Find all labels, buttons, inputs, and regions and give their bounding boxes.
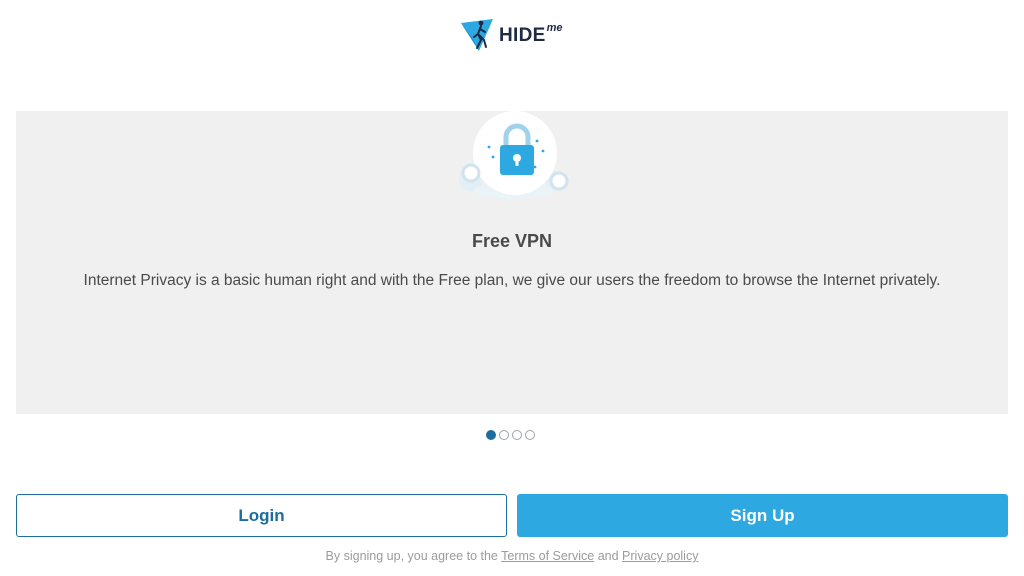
app-root: HIDE me Free VPN Internet Privacy is a b… <box>0 0 1024 576</box>
slide-title: Free VPN <box>471 231 553 251</box>
signup-button[interactable]: Sign Up <box>517 494 1008 537</box>
login-button[interactable]: Login <box>16 494 507 537</box>
carousel-pagination <box>486 430 535 440</box>
pagination-dot-4[interactable] <box>525 430 535 440</box>
hideme-runner-icon <box>459 17 495 53</box>
logo-text: HIDE <box>499 25 546 46</box>
signup-terms-note: By signing up, you agree to the Terms of… <box>0 549 1024 563</box>
logo: HIDE me <box>459 16 563 54</box>
padlock-icon <box>457 111 569 201</box>
pagination-dot-3[interactable] <box>512 430 522 440</box>
terms-prefix: By signing up, you agree to the <box>325 549 498 563</box>
feature-carousel[interactable]: Free VPN Internet Privacy is a basic hum… <box>16 111 1008 414</box>
terms-and: and <box>597 549 619 563</box>
terms-of-service-link[interactable]: Terms of Service <box>501 549 594 563</box>
logo-superscript: me <box>546 22 563 34</box>
slide-description: Internet Privacy is a basic human right … <box>83 272 941 289</box>
pagination-dot-1[interactable] <box>486 430 496 440</box>
privacy-policy-link[interactable]: Privacy policy <box>622 549 698 563</box>
pagination-dot-2[interactable] <box>499 430 509 440</box>
